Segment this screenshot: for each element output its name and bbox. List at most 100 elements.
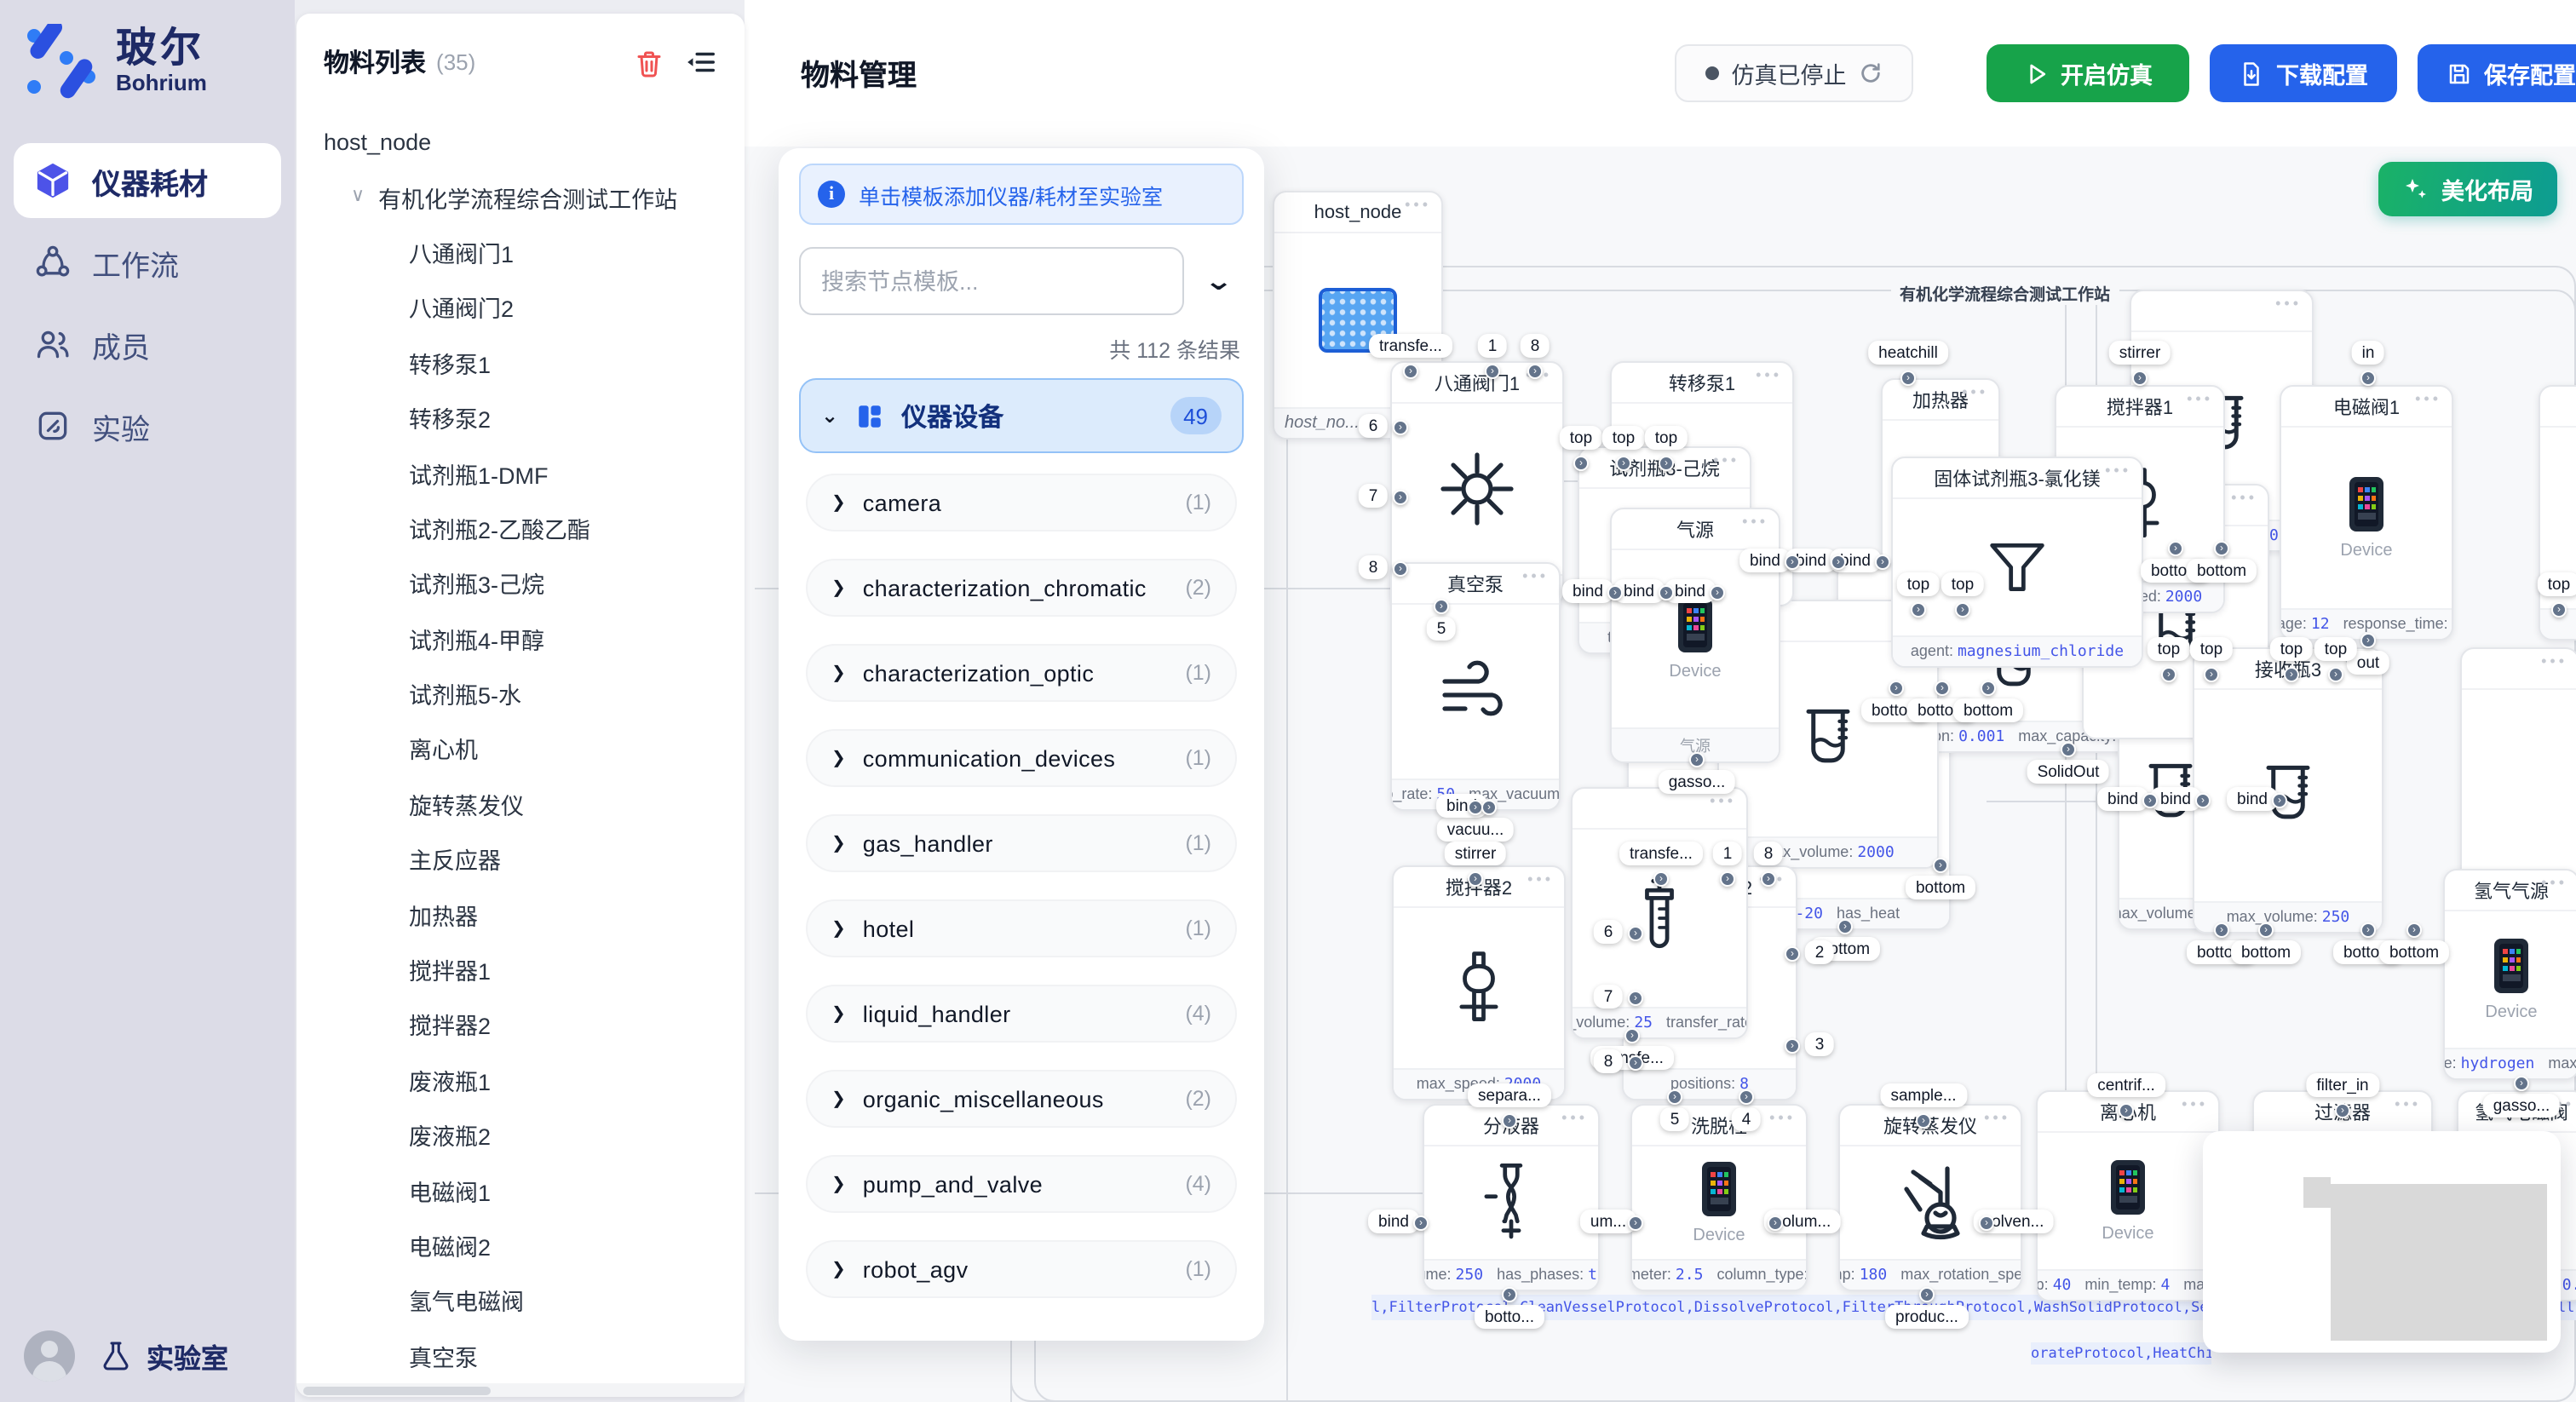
port-dot-icon[interactable]: › <box>1527 364 1543 379</box>
port-dot-icon[interactable]: › <box>1573 456 1589 471</box>
port-label-produc[interactable]: produc... <box>1885 1305 1969 1329</box>
node-menu-icon[interactable]: ••• <box>1527 871 1554 888</box>
port-dot-icon[interactable]: › <box>1393 420 1408 435</box>
tree-item-1[interactable]: 八通阀门2 <box>324 279 745 335</box>
chevron-down-icon[interactable]: ∨ <box>351 184 365 206</box>
node-menu-icon[interactable]: ••• <box>1405 196 1431 213</box>
tree-item-2[interactable]: 转移泵1 <box>324 335 745 390</box>
port-dot-icon[interactable]: › <box>2514 1076 2529 1091</box>
category-row-robot_agv[interactable]: ❯robot_agv(1) <box>806 1240 1237 1298</box>
port-label-bind[interactable]: bind <box>1368 1210 1419 1233</box>
node-menu-icon[interactable]: ••• <box>2187 390 2213 407</box>
port-dot-icon[interactable]: › <box>1502 1113 1517 1129</box>
canvas-node-rotovap[interactable]: 旋转蒸发仪•••temp: 180max_rotation_speed: <box>1838 1104 2022 1291</box>
logo[interactable]: 玻尔 Bohrium <box>0 0 295 99</box>
port-dot-icon[interactable]: › <box>1434 599 1449 614</box>
tree-item-0[interactable]: 八通阀门1 <box>324 225 745 280</box>
port-label-top[interactable]: top <box>2538 572 2576 596</box>
port-label-top[interactable]: top <box>1645 426 1688 450</box>
port-label-8[interactable]: 8 <box>1594 1049 1624 1073</box>
tree-item-5[interactable]: 试剂瓶2-乙酸乙酯 <box>324 500 745 555</box>
port-label-top[interactable]: top <box>2148 637 2190 661</box>
tree-item-host-node[interactable]: host_node <box>324 114 745 170</box>
canvas-node-stir2[interactable]: 搅拌器2•••max_speed: 2000 <box>1392 865 1566 1100</box>
port-dot-icon[interactable]: › <box>2214 541 2229 556</box>
port-dot-icon[interactable]: › <box>1911 602 1926 618</box>
canvas-node-solen1[interactable]: 电磁阀1•••Devicevoltage: 12response_time: 0… <box>2280 385 2453 641</box>
port-label-4[interactable]: 4 <box>1732 1107 1762 1131</box>
port-dot-icon[interactable]: › <box>2284 667 2299 682</box>
category-row-characterization_chromatic[interactable]: ❯characterization_chromatic(2) <box>806 559 1237 617</box>
port-dot-icon[interactable]: › <box>1502 1287 1517 1302</box>
node-menu-icon[interactable]: ••• <box>1769 1109 1796 1126</box>
port-dot-icon[interactable]: › <box>1481 800 1497 815</box>
tree-item-workstation[interactable]: ∨有机化学流程综合测试工作站 <box>324 170 745 225</box>
port-label-bind[interactable]: bind <box>1562 579 1613 603</box>
node-menu-icon[interactable]: ••• <box>2182 1095 2208 1112</box>
port-label-6[interactable]: 6 <box>1359 414 1389 438</box>
port-dot-icon[interactable]: › <box>1761 871 1776 887</box>
tree-item-13[interactable]: 搅拌器1 <box>324 942 745 997</box>
port-dot-icon[interactable]: › <box>1659 456 1674 471</box>
node-menu-icon[interactable]: ••• <box>2231 489 2257 506</box>
tree-item-15[interactable]: 废液瓶1 <box>324 1052 745 1107</box>
port-label-top[interactable]: top <box>1602 426 1645 450</box>
port-label-bottom[interactable]: bottom <box>1953 698 2023 722</box>
port-label-gasso[interactable]: gasso... <box>2483 1094 2561 1118</box>
category-row-gas_handler[interactable]: ❯gas_handler(1) <box>806 814 1237 872</box>
tree-item-3[interactable]: 转移泵2 <box>324 390 745 445</box>
port-label-5[interactable]: 5 <box>1427 617 1457 641</box>
port-label-separa[interactable]: separa... <box>1468 1083 1551 1107</box>
node-menu-icon[interactable]: ••• <box>2541 652 2567 669</box>
search-input[interactable] <box>799 247 1184 315</box>
port-dot-icon[interactable]: › <box>1919 1287 1935 1302</box>
port-dot-icon[interactable]: › <box>1916 1113 1931 1129</box>
tree-item-12[interactable]: 加热器 <box>324 887 745 942</box>
port-label-7[interactable]: 7 <box>1594 985 1624 1008</box>
tree-item-20[interactable]: 真空泵 <box>324 1328 745 1383</box>
trash-icon[interactable] <box>634 47 664 78</box>
port-label-transfe[interactable]: transfe... <box>1369 334 1452 358</box>
port-dot-icon[interactable]: › <box>1710 585 1725 600</box>
port-dot-icon[interactable]: › <box>2335 1103 2350 1118</box>
tree-item-9[interactable]: 离心机 <box>324 721 745 777</box>
port-label-top[interactable]: top <box>1897 572 1940 596</box>
category-row-camera[interactable]: ❯camera(1) <box>806 474 1237 531</box>
port-dot-icon[interactable]: › <box>1981 681 1996 696</box>
port-label-SolidOut[interactable]: SolidOut <box>2027 760 2110 784</box>
port-dot-icon[interactable]: › <box>2168 541 2183 556</box>
canvas-node-solid3[interactable]: 固体试剂瓶3-氯化镁•••agent: magnesium_chloride <box>1891 457 2143 668</box>
port-label-bind[interactable]: bind <box>1739 549 1791 572</box>
port-label-1[interactable]: 1 <box>1713 842 1743 865</box>
tree-item-14[interactable]: 搅拌器2 <box>324 997 745 1053</box>
port-label-2[interactable]: 2 <box>1805 940 1835 964</box>
port-dot-icon[interactable]: › <box>2258 922 2274 938</box>
port-dot-icon[interactable]: › <box>1659 585 1674 600</box>
port-dot-icon[interactable]: › <box>1485 364 1500 379</box>
port-dot-icon[interactable]: › <box>2132 371 2148 386</box>
tree-item-11[interactable]: 主反应器 <box>324 831 745 887</box>
port-dot-icon[interactable]: › <box>1739 1089 1754 1105</box>
port-label-sample[interactable]: sample... <box>1880 1083 1966 1107</box>
port-dot-icon[interactable]: › <box>2119 1103 2134 1118</box>
node-menu-icon[interactable]: ••• <box>2105 462 2131 479</box>
node-menu-icon[interactable]: ••• <box>1522 567 1549 584</box>
category-row-characterization_optic[interactable]: ❯characterization_optic(1) <box>806 644 1237 702</box>
port-dot-icon[interactable]: › <box>1628 926 1643 941</box>
canvas-node-sepfun[interactable]: 分液器•••volume: 250has_phases: true <box>1423 1104 1600 1291</box>
port-dot-icon[interactable]: › <box>1667 1089 1682 1105</box>
port-label-botto[interactable]: botto... <box>1475 1305 1544 1329</box>
port-dot-icon[interactable]: › <box>2406 922 2422 938</box>
port-label-6[interactable]: 6 <box>1594 920 1624 944</box>
tree-item-10[interactable]: 旋转蒸发仪 <box>324 776 745 831</box>
chevron-down-icon[interactable]: ⌄ <box>1204 266 1233 296</box>
start-simulation-button[interactable]: 开启仿真 <box>1987 44 2189 102</box>
category-row-pump_and_valve[interactable]: ❯pump_and_valve(4) <box>806 1155 1237 1213</box>
port-label-7[interactable]: 7 <box>1359 484 1389 508</box>
port-dot-icon[interactable]: › <box>1837 919 1853 934</box>
port-label-in[interactable]: in <box>2352 341 2385 365</box>
port-dot-icon[interactable]: › <box>1468 871 1483 887</box>
canvas-node-centrifuge[interactable]: 离心机•••Devicetemp: 40min_temp: 4max_spe <box>2036 1090 2220 1301</box>
port-dot-icon[interactable]: › <box>1785 1038 1800 1054</box>
port-dot-icon[interactable]: › <box>1393 490 1408 505</box>
